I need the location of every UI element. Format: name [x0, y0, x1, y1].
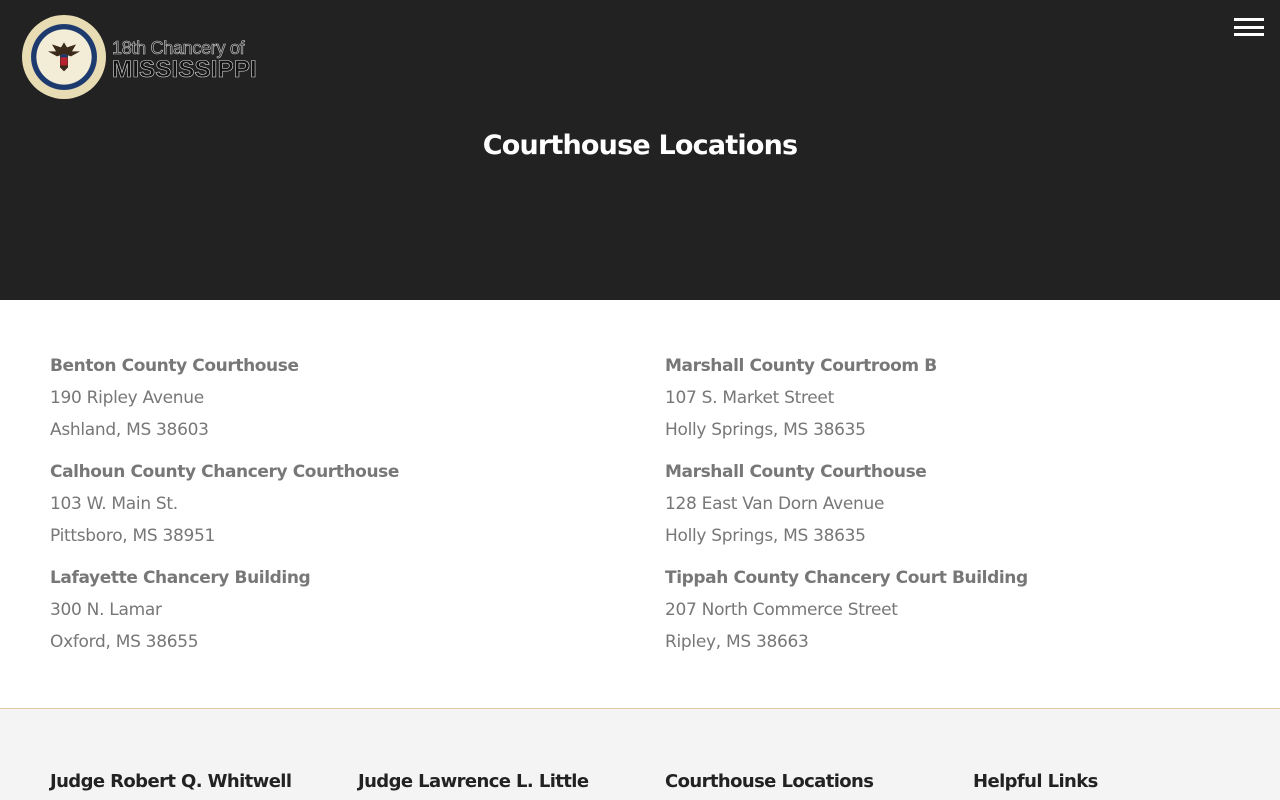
location-city: Holly Springs, MS 38635 — [665, 420, 866, 440]
location-street: 128 East Van Dorn Avenue — [665, 494, 885, 514]
logo-line-2: MISSISSIPPI — [112, 55, 257, 83]
page-title: Courthouse Locations — [482, 130, 798, 161]
location-item: Lafayette Chancery Building 300 N. Lamar… — [50, 564, 610, 660]
location-name: Lafayette Chancery Building — [50, 568, 311, 588]
location-street: 207 North Commerce Street — [665, 600, 898, 620]
hamburger-menu-icon[interactable] — [1234, 16, 1264, 38]
logo-line-1: 18th Chancery of — [112, 37, 245, 58]
location-item: Benton County Courthouse 190 Ripley Aven… — [50, 352, 610, 448]
location-item: Marshall County Courthouse 128 East Van … — [665, 458, 1225, 554]
state-seal-icon — [22, 15, 106, 99]
site-header: 18th Chancery of MISSISSIPPI Courthouse … — [0, 0, 1280, 300]
location-name: Tippah County Chancery Court Building — [665, 568, 1028, 588]
location-city: Holly Springs, MS 38635 — [665, 526, 866, 546]
logo-text: 18th Chancery of MISSISSIPPI — [112, 33, 257, 82]
locations-column-right: Marshall County Courtroom B 107 S. Marke… — [665, 352, 1225, 670]
footer-heading-judge-whitwell: Judge Robert Q. Whitwell — [50, 771, 292, 792]
location-city: Ashland, MS 38603 — [50, 420, 209, 440]
site-logo-link[interactable]: 18th Chancery of MISSISSIPPI — [22, 14, 262, 100]
location-city: Pittsboro, MS 38951 — [50, 526, 216, 546]
location-city: Oxford, MS 38655 — [50, 632, 199, 652]
footer-heading-courthouse-locations: Courthouse Locations — [665, 771, 874, 792]
location-item: Marshall County Courtroom B 107 S. Marke… — [665, 352, 1225, 448]
footer-heading-judge-little: Judge Lawrence L. Little — [358, 771, 589, 792]
location-name: Marshall County Courthouse — [665, 462, 927, 482]
location-item: Tippah County Chancery Court Building 20… — [665, 564, 1225, 660]
hamburger-bar — [1234, 18, 1264, 21]
hamburger-bar — [1234, 33, 1264, 36]
location-name: Calhoun County Chancery Courthouse — [50, 462, 400, 482]
footer-heading-helpful-links: Helpful Links — [973, 771, 1098, 792]
location-street: 103 W. Main St. — [50, 494, 178, 514]
location-street: 190 Ripley Avenue — [50, 388, 204, 408]
location-name: Marshall County Courtroom B — [665, 356, 937, 376]
location-street: 300 N. Lamar — [50, 600, 162, 620]
eagle-icon — [48, 42, 80, 72]
location-name: Benton County Courthouse — [50, 356, 299, 376]
location-item: Calhoun County Chancery Courthouse 103 W… — [50, 458, 610, 554]
hamburger-bar — [1234, 25, 1264, 29]
locations-column-left: Benton County Courthouse 190 Ripley Aven… — [50, 352, 610, 670]
courthouse-locations-section: Benton County Courthouse 190 Ripley Aven… — [0, 300, 1280, 708]
location-city: Ripley, MS 38663 — [665, 632, 809, 652]
site-footer: Judge Robert Q. Whitwell Judge Lawrence … — [0, 708, 1280, 800]
location-street: 107 S. Market Street — [665, 388, 834, 408]
